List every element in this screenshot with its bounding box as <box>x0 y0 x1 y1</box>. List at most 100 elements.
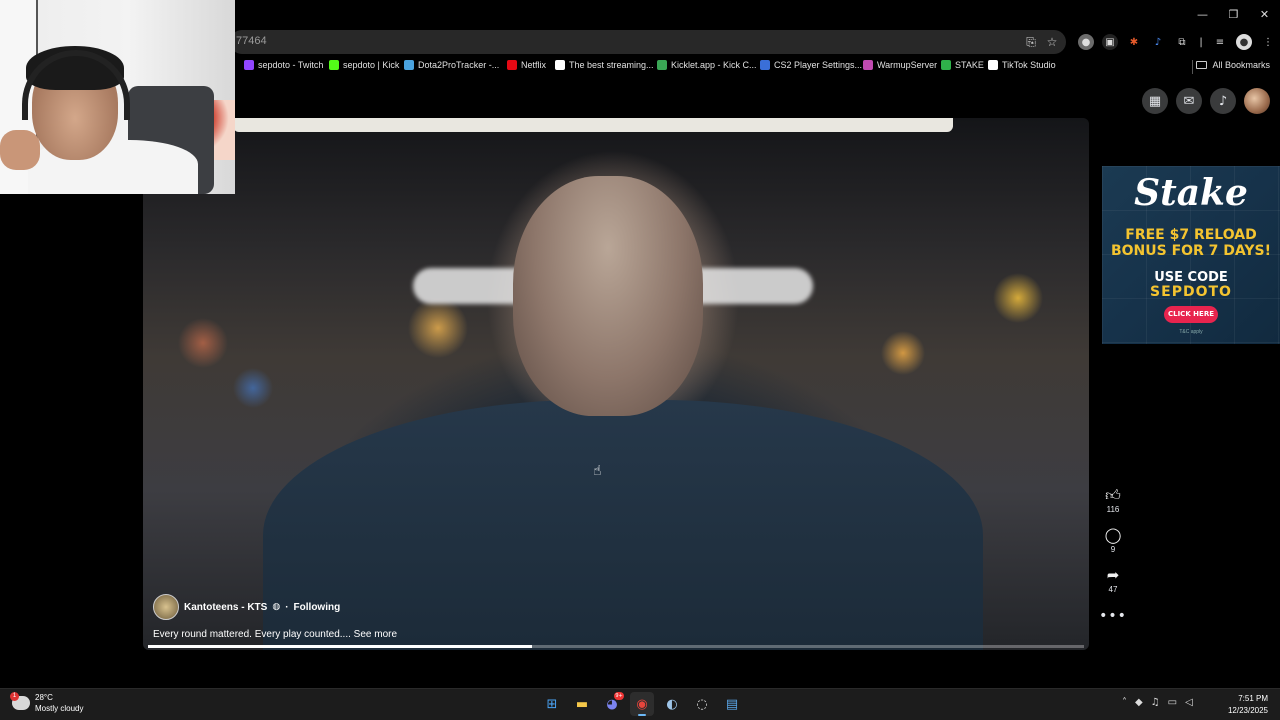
chevron-up-icon[interactable]: ˄ <box>1122 697 1127 708</box>
more-options-icon[interactable]: ••• <box>1099 608 1127 624</box>
follow-status[interactable]: Following <box>294 602 341 613</box>
separator: | <box>1199 36 1203 48</box>
bookmark-stake[interactable]: STAKE <box>941 60 984 70</box>
diamond-icon <box>555 60 565 70</box>
bookmark-label: sepdoto - Twitch <box>258 60 324 70</box>
clock-time: 7:51 PM <box>1238 694 1268 703</box>
dota2protracker-icon <box>404 60 414 70</box>
restore-button[interactable]: ❐ <box>1218 0 1249 28</box>
account-avatar[interactable] <box>1244 88 1270 114</box>
like-count: 116 <box>1106 505 1120 514</box>
bookmark-dota2protracker[interactable]: Dota2ProTracker -... <box>404 60 499 70</box>
bookmark-cs2-settings[interactable]: CS2 Player Settings... <box>760 60 862 70</box>
stake-ad-banner[interactable]: Stake FREE $7 RELOAD BONUS FOR 7 DAYS! U… <box>1102 166 1280 344</box>
close-button[interactable]: ✕ <box>1249 0 1280 28</box>
gear-icon <box>760 60 770 70</box>
author-name[interactable]: Kantoteens - KTS <box>184 602 267 613</box>
bookmark-label: sepdoto | Kick <box>343 60 400 70</box>
comment-button[interactable]: ◯ 9 <box>1105 526 1122 554</box>
share-arrow-icon: ➦ <box>1106 566 1120 584</box>
cloud-icon: 1 <box>10 692 30 710</box>
video-progress-fill <box>148 645 532 648</box>
extensions-puzzle-icon[interactable]: ⧉ <box>1174 34 1190 50</box>
post-author-row: Kantoteens - KTS ◍ · Following <box>153 594 340 620</box>
video-frame-person-shirt <box>263 400 983 650</box>
all-bookmarks-button[interactable]: All Bookmarks <box>1196 60 1270 70</box>
warmupserver-icon <box>863 60 873 70</box>
bookmark-streaming[interactable]: The best streaming... <box>555 60 654 70</box>
ad-headline-2: BONUS FOR 7 DAYS! <box>1110 243 1272 259</box>
weather-widget[interactable]: 1 28°C Mostly cloudy <box>10 692 84 714</box>
install-app-icon[interactable]: ⎘ <box>1024 35 1038 49</box>
discord-badge: 9+ <box>614 692 624 700</box>
bookmark-star-icon[interactable]: ☆ <box>1045 35 1059 49</box>
extension-icon[interactable]: ♪ <box>1150 34 1166 50</box>
notepad-icon[interactable]: ▤ <box>720 692 744 716</box>
obs-icon[interactable]: ◌ <box>690 692 714 716</box>
weather-description: Mostly cloudy <box>35 704 84 713</box>
volume-icon[interactable]: ◁ <box>1185 697 1193 708</box>
like-button[interactable]: 👍︎ 116 <box>1105 486 1121 514</box>
video-player[interactable]: ☝ Kantoteens - KTS ◍ · Following Every r… <box>143 118 1089 650</box>
tiktok-icon <box>988 60 998 70</box>
chrome-icon[interactable]: ◉ <box>630 692 654 716</box>
webcam-overlay <box>0 0 235 194</box>
weather-badge: 1 <box>10 692 19 701</box>
see-more-link[interactable]: See more <box>354 629 397 640</box>
twitch-icon <box>244 60 254 70</box>
netflix-icon <box>507 60 517 70</box>
video-frame-person-head <box>513 176 703 416</box>
media-controls-icon[interactable]: ≡ <box>1212 34 1228 50</box>
webcam-streamer-hand <box>0 130 40 170</box>
extension-icon[interactable]: ✱ <box>1126 34 1142 50</box>
notifications-bell-icon[interactable]: ♪ <box>1210 88 1236 114</box>
bookmarks-separator <box>1192 60 1193 74</box>
share-button[interactable]: ➦ 47 <box>1107 566 1120 594</box>
taskbar-clock[interactable]: 7:51 PM 12/23/2025 <box>1228 693 1268 717</box>
author-avatar[interactable] <box>153 594 179 620</box>
tray-app-icon[interactable]: ◆ <box>1135 697 1143 708</box>
weather-temperature: 28°C <box>35 693 53 702</box>
bookmark-label: STAKE <box>955 60 984 70</box>
clock-date: 12/23/2025 <box>1227 706 1268 715</box>
bookmark-kicklet[interactable]: Kicklet.app - Kick C... <box>657 60 757 70</box>
ad-fine-print: T&C apply <box>1179 329 1203 335</box>
address-bar[interactable]: 77464 ⎘ ☆ <box>230 30 1066 54</box>
menu-grid-icon[interactable]: ▦ <box>1142 88 1168 114</box>
discord-icon[interactable]: ◕ 9+ <box>600 692 624 716</box>
extension-icon[interactable]: ● <box>1078 34 1094 50</box>
ad-click-here-button[interactable]: CLICK HERE <box>1164 306 1218 323</box>
facebook-top-nav: ▦ ✉ ♪ <box>1142 88 1270 114</box>
share-count: 47 <box>1108 585 1118 594</box>
bookmark-label: CS2 Player Settings... <box>774 60 863 70</box>
bookmark-netflix[interactable]: Netflix <box>507 60 546 70</box>
minimize-button[interactable]: — <box>1187 0 1218 28</box>
start-windows-icon[interactable]: ⊞ <box>540 692 564 716</box>
extensions-bar: ● ▣ ✱ ♪ ⧉ | ≡ ● ⋮ <box>1078 34 1276 50</box>
bookmark-warmupserver[interactable]: WarmupServer <box>863 60 937 70</box>
extension-icon[interactable]: ▣ <box>1102 34 1118 50</box>
dot-separator: · <box>285 601 289 613</box>
file-explorer-icon[interactable]: ▬ <box>570 692 594 716</box>
network-icon[interactable]: ▭ <box>1168 697 1177 708</box>
menu-kebab-icon[interactable]: ⋮ <box>1260 34 1276 50</box>
messenger-icon[interactable]: ✉ <box>1176 88 1202 114</box>
bookmark-label: Kicklet.app - Kick C... <box>671 60 757 70</box>
steam-icon[interactable]: ◐ <box>660 692 684 716</box>
bookmark-kick[interactable]: sepdoto | Kick <box>329 60 399 70</box>
window-controls: — ❐ ✕ <box>1187 0 1280 28</box>
microphone-icon[interactable]: ♫ <box>1151 697 1160 708</box>
address-bar-url[interactable]: 77464 <box>236 35 267 47</box>
caption-text: Every round mattered. Every play counted… <box>153 629 351 640</box>
ad-headline-1: FREE $7 RELOAD <box>1125 227 1257 243</box>
video-progress-bar[interactable] <box>148 645 1084 648</box>
profile-icon[interactable]: ● <box>1236 34 1252 50</box>
post-caption: Every round mattered. Every play counted… <box>153 629 397 640</box>
bookmark-label: TikTok Studio <box>1002 60 1056 70</box>
bookmark-twitch[interactable]: sepdoto - Twitch <box>244 60 323 70</box>
bookmark-tiktok-studio[interactable]: TikTok Studio <box>988 60 1056 70</box>
bookmark-label: WarmupServer <box>877 60 938 70</box>
bookmark-label: Netflix <box>521 60 547 70</box>
comment-count: 9 <box>1110 545 1116 554</box>
stake-logo: Stake <box>1134 172 1248 214</box>
